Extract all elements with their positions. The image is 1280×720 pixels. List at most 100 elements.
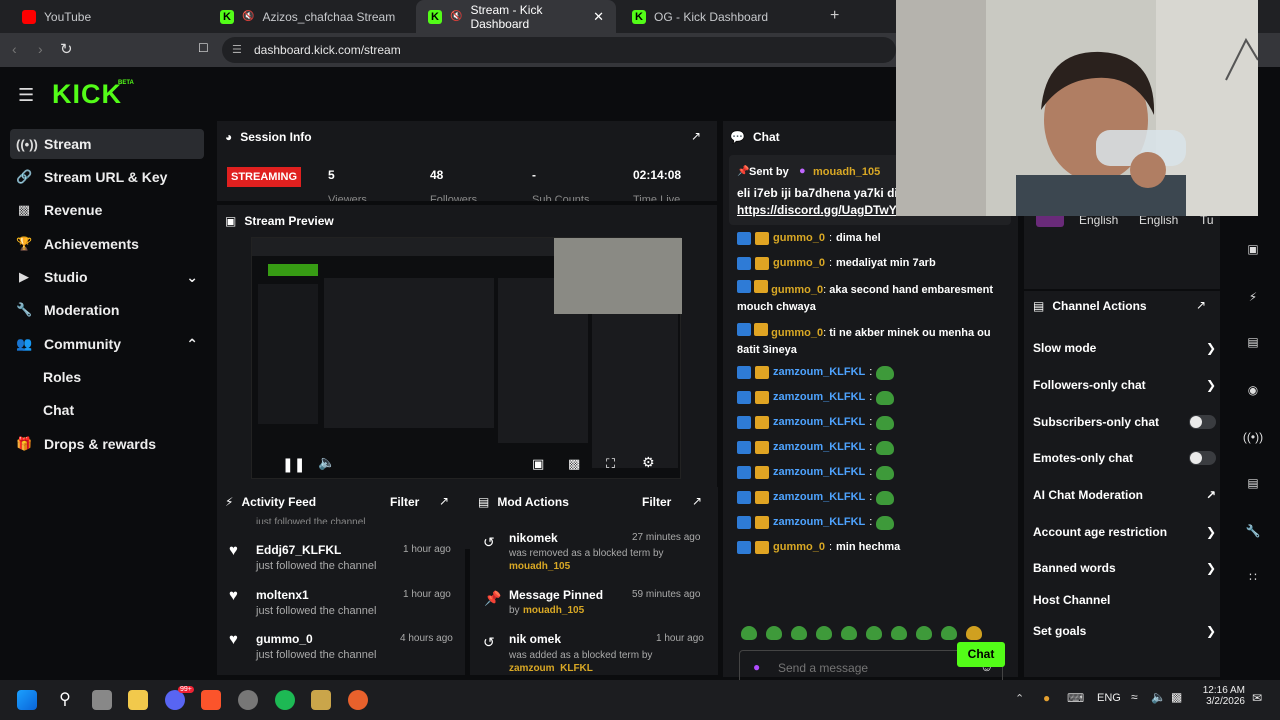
pepe-emote-icon <box>876 390 895 405</box>
chat-message: gummo_0: medaliyat min 7arb <box>737 256 936 271</box>
clock[interactable]: 12:16 AM 3/2/2026 <box>1199 685 1245 707</box>
fullscreen-icon[interactable]: ⛶ <box>606 456 615 472</box>
emote-icon[interactable] <box>941 626 957 640</box>
stream-video[interactable]: ❚❚ 🔈 ▣ ▩ ⛶ ⚙ <box>251 237 682 479</box>
discord-icon[interactable] <box>165 690 185 710</box>
app-icon[interactable] <box>348 690 368 710</box>
microphone-icon[interactable]: ● <box>1043 691 1050 705</box>
mod-filter-button[interactable]: Filter <box>642 495 671 509</box>
ai-chat-moderation-item[interactable]: AI Chat Moderation ↗ <box>1033 488 1216 502</box>
sidebar-item-chat[interactable]: Chat <box>10 395 204 425</box>
sidebar-item-moderation[interactable]: 🔧 Moderation <box>10 295 204 325</box>
app-icon[interactable] <box>238 690 258 710</box>
new-tab-icon[interactable]: + <box>830 7 839 25</box>
broadcast-icon[interactable]: ((•)) <box>1239 423 1267 451</box>
slow-mode-item[interactable]: Slow mode ❯ <box>1033 341 1216 355</box>
windows-start-icon[interactable] <box>17 690 37 710</box>
mute-icon: 🔇 <box>450 11 463 22</box>
apps-icon[interactable]: ∷ <box>1239 563 1267 591</box>
lightning-icon: ⚡ <box>225 495 234 509</box>
host-channel-item[interactable]: Host Channel <box>1033 593 1216 607</box>
emote-icon[interactable] <box>916 626 932 640</box>
external-link-icon: ↗ <box>1205 488 1216 502</box>
banned-words-item[interactable]: Banned words ❯ <box>1033 561 1216 575</box>
bookmark-icon[interactable]: ☐ <box>198 41 209 55</box>
tab-watch-stream[interactable]: K 🔇 Azizos_chafchaa Stream - Watch <box>208 0 408 33</box>
battery-icon[interactable]: ▩ <box>1171 690 1182 704</box>
sidebar-item-revenue[interactable]: ▩ Revenue <box>10 195 204 225</box>
followers-only-item[interactable]: Followers-only chat ❯ <box>1033 378 1216 392</box>
emote-icon[interactable] <box>891 626 907 640</box>
url-field[interactable]: ☰ dashboard.kick.com/stream <box>222 37 896 63</box>
emote-icon[interactable] <box>791 626 807 640</box>
popout-icon[interactable]: ↗ <box>1196 298 1206 312</box>
brave-browser-icon[interactable] <box>201 690 221 710</box>
reload-icon[interactable]: ↻ <box>60 40 73 58</box>
chat-bubble-icon: 💬 <box>730 130 745 144</box>
discord-link[interactable]: https://discord.gg/UagDTwYk <box>737 203 903 217</box>
file-explorer-icon[interactable] <box>128 690 148 710</box>
keyboard-icon[interactable]: ⌨ <box>1067 691 1084 705</box>
emote-icon[interactable] <box>766 626 782 640</box>
subscribers-only-item: Subscribers-only chat <box>1033 415 1216 429</box>
send-chat-button[interactable]: Chat <box>957 642 1005 667</box>
theater-icon[interactable]: ▩ <box>568 456 580 472</box>
sidebar-item-drops-rewards[interactable]: 🎁 Drops & rewards <box>10 429 204 459</box>
chat-message-input[interactable] <box>778 659 968 677</box>
volume-icon[interactable]: 🔈 <box>318 454 335 471</box>
chat-bubble-icon[interactable]: ◉ <box>1239 376 1267 404</box>
community-icon: 👥 <box>16 336 33 351</box>
emote-icon[interactable] <box>741 626 757 640</box>
gift-icon: 🎁 <box>16 436 33 451</box>
sidebar-item-stream-url-key[interactable]: 🔗 Stream URL & Key <box>10 162 204 192</box>
input-language[interactable]: ENG <box>1097 692 1121 704</box>
sidebar-item-stream[interactable]: ((•)) Stream <box>10 129 204 159</box>
layout-icon[interactable]: ▤ <box>1239 469 1267 497</box>
volume-icon[interactable]: 🔈 <box>1151 690 1166 704</box>
document-icon[interactable]: ▤ <box>1239 328 1267 356</box>
subscribers-only-toggle[interactable] <box>1189 415 1216 429</box>
camera-icon[interactable]: ▣ <box>1239 235 1267 263</box>
sidebar-item-community[interactable]: 👥 Community ⌃ <box>10 329 204 359</box>
tab-youtube[interactable]: YouTube <box>10 0 200 33</box>
settings-gear-icon[interactable]: ⚙ <box>642 454 655 471</box>
emotes-only-item: Emotes-only chat <box>1033 451 1216 465</box>
lightning-icon[interactable]: ⚡ <box>1239 283 1267 311</box>
sidebar-item-achievements[interactable]: 🏆 Achievements <box>10 229 204 259</box>
task-view-icon[interactable] <box>92 690 112 710</box>
heart-icon: ♥ <box>229 587 238 604</box>
set-goals-item[interactable]: Set goals ❯ <box>1033 624 1216 638</box>
time-live: 02:14:08 <box>633 168 682 182</box>
crown-badge-icon <box>755 366 769 379</box>
back-icon[interactable]: ‹ <box>12 41 17 57</box>
popout-icon[interactable]: ↗ <box>692 494 702 508</box>
app-icon[interactable] <box>311 690 331 710</box>
popout-icon[interactable]: ↗ <box>439 494 449 508</box>
tab-og-dashboard[interactable]: K OG - Kick Dashboard <box>620 0 820 33</box>
tab-stream-dashboard[interactable]: K 🔇 Stream - Kick Dashboard ✕ <box>416 0 616 33</box>
chat-message: zamzoum_KLFKL: <box>737 440 895 455</box>
site-info-icon[interactable]: ☰ <box>232 37 242 63</box>
pip-icon[interactable]: ▣ <box>532 456 544 472</box>
account-age-item[interactable]: Account age restriction ❯ <box>1033 525 1216 539</box>
emote-icon[interactable] <box>841 626 857 640</box>
emotes-only-toggle[interactable] <box>1189 451 1216 465</box>
sidebar-item-studio[interactable]: ▶ Studio ⌄ <box>10 262 204 292</box>
close-tab-icon[interactable]: ✕ <box>593 9 604 25</box>
chat-message: zamzoum_KLFKL: <box>737 490 895 505</box>
emote-icon[interactable] <box>866 626 882 640</box>
pause-icon[interactable]: ❚❚ <box>282 456 305 473</box>
chevron-up-icon[interactable]: ⌃ <box>1015 692 1024 705</box>
emote-icon[interactable] <box>966 626 982 640</box>
spotify-icon[interactable] <box>275 690 295 710</box>
wrench-icon[interactable]: 🔧 <box>1239 517 1267 545</box>
activity-filter-button[interactable]: Filter <box>390 495 419 509</box>
popout-icon[interactable]: ↗ <box>691 129 701 143</box>
notifications-icon[interactable]: ✉ <box>1252 691 1262 705</box>
forward-icon[interactable]: › <box>38 41 43 57</box>
chat-message: zamzoum_KLFKL: <box>737 515 895 530</box>
search-icon[interactable]: ⚲ <box>55 690 75 710</box>
emote-icon[interactable] <box>816 626 832 640</box>
wifi-icon[interactable]: ≈ <box>1131 690 1138 704</box>
sidebar-item-roles[interactable]: Roles <box>10 362 204 392</box>
